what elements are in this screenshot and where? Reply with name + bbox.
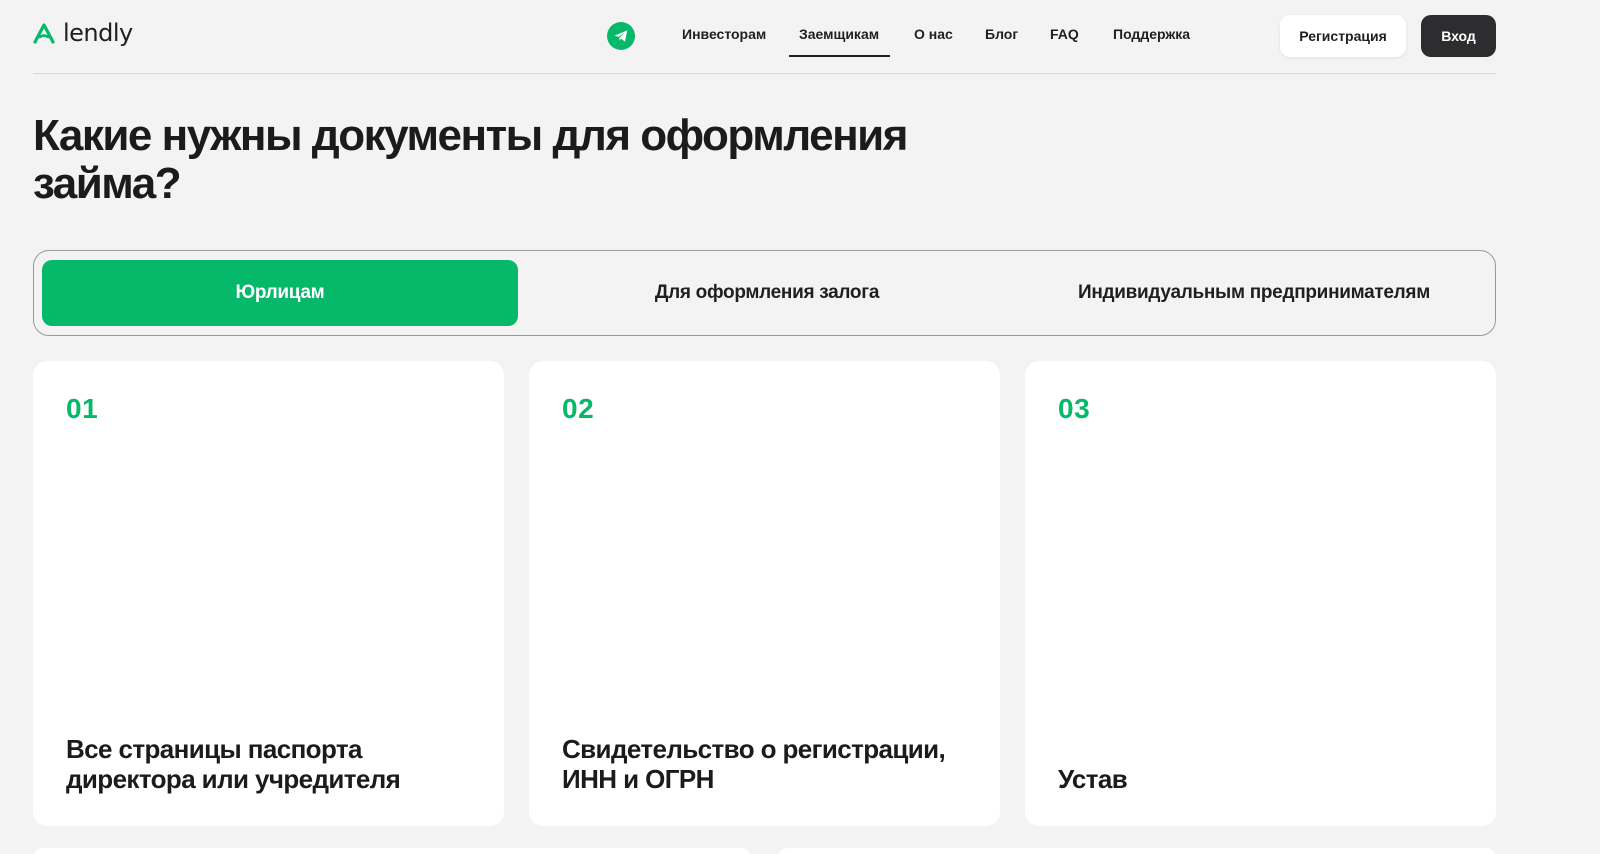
tab-collateral[interactable]: Для оформления залога (529, 260, 1005, 326)
card-text: Все страницы паспорта директора или учре… (66, 734, 401, 794)
next-card-edge (778, 848, 1496, 854)
document-card: 02 Свидетельство о регистрации, ИНН и ОГ… (529, 361, 1000, 826)
nav-item-blog[interactable]: Блог (985, 24, 1018, 44)
telegram-icon[interactable] (607, 22, 635, 50)
card-number: 01 (66, 393, 99, 424)
card-number: 02 (562, 393, 595, 424)
page-title: Какие нужны документы для оформления зай… (33, 111, 908, 208)
lendly-logo-icon (33, 23, 55, 44)
nav-item-support[interactable]: Поддержка (1113, 24, 1190, 44)
nav-item-faq[interactable]: FAQ (1050, 24, 1079, 44)
page: lendly Инвесторам Заемщикам О нас Блог F… (0, 0, 1600, 854)
card-text: Устав (1058, 764, 1128, 794)
card-number: 03 (1058, 393, 1091, 424)
document-card: 01 Все страницы паспорта директора или у… (33, 361, 504, 826)
login-button[interactable]: Вход (1421, 15, 1496, 57)
logo-text: lendly (63, 19, 133, 47)
nav-item-about[interactable]: О нас (914, 24, 953, 44)
next-card-edge (33, 848, 751, 854)
card-text: Свидетельство о регистрации, ИНН и ОГРН (562, 734, 946, 794)
nav-item-investors[interactable]: Инвесторам (682, 24, 766, 44)
tab-individual-entrepreneurs[interactable]: Индивидуальным предпринимателям (1016, 260, 1492, 326)
nav-active-indicator (789, 55, 890, 57)
register-button[interactable]: Регистрация (1280, 15, 1406, 57)
document-card: 03 Устав (1025, 361, 1496, 826)
nav-item-borrowers[interactable]: Заемщикам (799, 24, 879, 44)
logo-link[interactable]: lendly (33, 19, 133, 47)
tab-legal-entities[interactable]: Юрлицам (42, 260, 518, 326)
document-type-tabs: Юрлицам Для оформления залога Индивидуал… (33, 250, 1496, 336)
telegram-plane-icon (614, 30, 628, 42)
